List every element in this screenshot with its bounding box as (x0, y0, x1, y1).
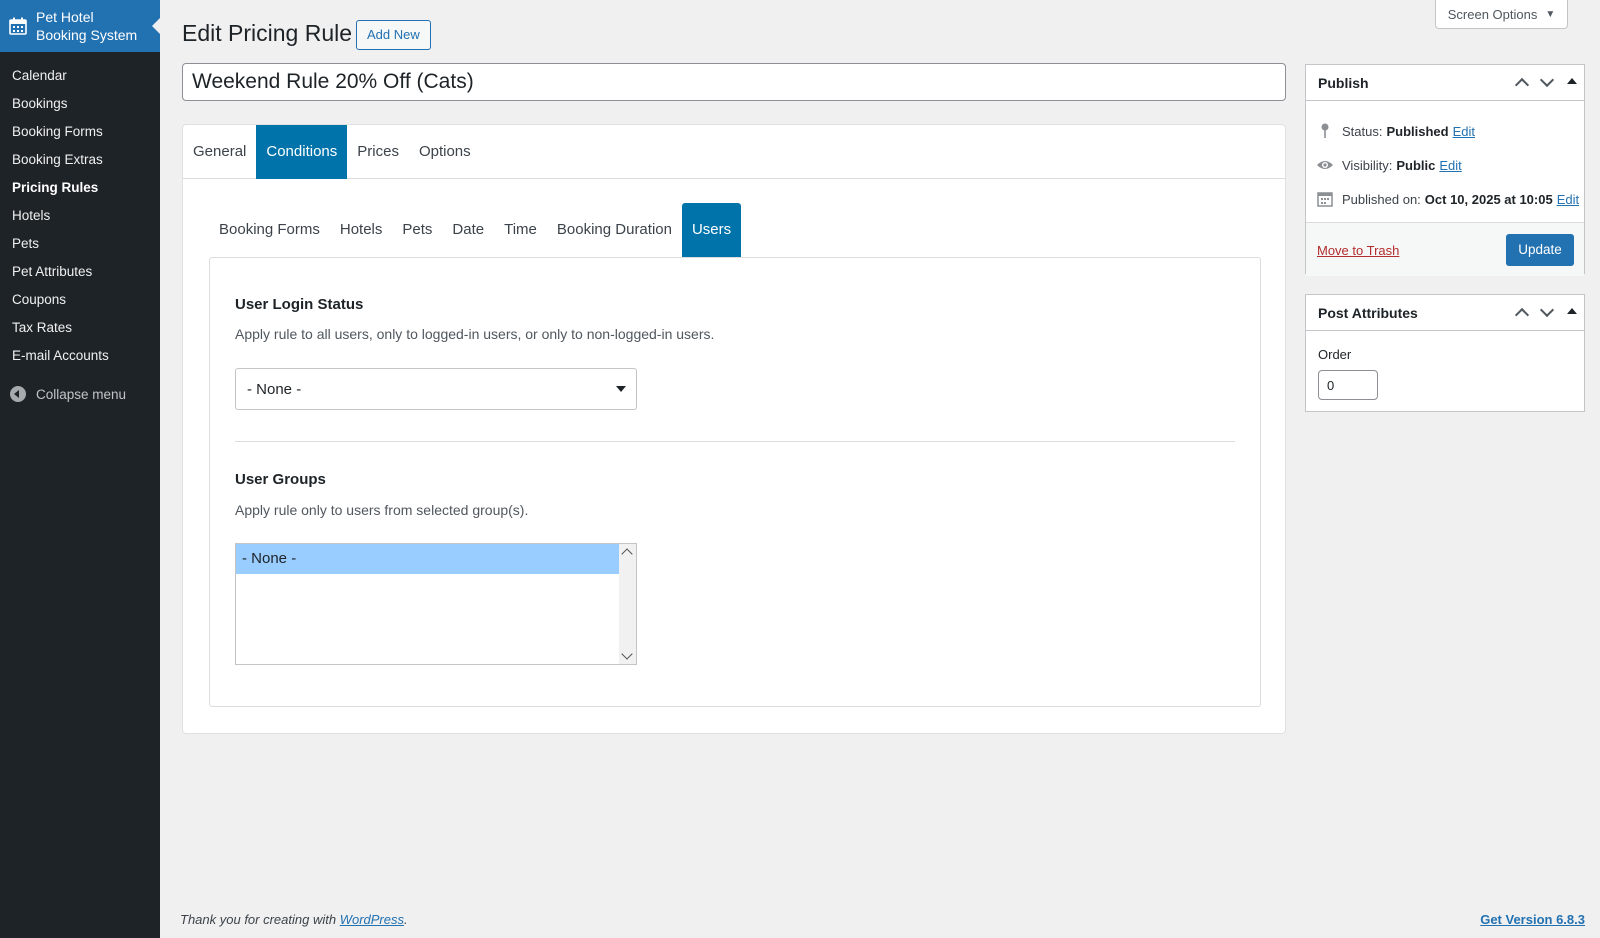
subtab-time[interactable]: Time (494, 203, 547, 257)
pricing-rule-panel: General Conditions Prices Options Bookin… (182, 124, 1286, 734)
wordpress-link[interactable]: WordPress (340, 912, 404, 927)
order-input[interactable] (1318, 370, 1378, 400)
menu-item-calendar[interactable]: Calendar (0, 62, 160, 90)
status-row: Status: Published Edit (1316, 122, 1475, 140)
add-new-button[interactable]: Add New (356, 20, 431, 50)
subtab-booking-forms[interactable]: Booking Forms (209, 203, 330, 257)
move-up-icon[interactable] (1515, 75, 1528, 88)
edit-date-link[interactable]: Edit (1557, 192, 1579, 207)
edit-visibility-link[interactable]: Edit (1439, 158, 1461, 173)
main-tabs: General Conditions Prices Options (183, 125, 1285, 179)
visibility-row: Visibility: Public Edit (1316, 156, 1462, 174)
get-version-link[interactable]: Get Version 6.8.3 (1480, 912, 1585, 927)
publish-box: Publish Status: Published Edit Visibilit… (1305, 64, 1585, 276)
screen-options-label: Screen Options (1447, 6, 1538, 22)
user-groups-heading: User Groups (235, 471, 326, 488)
menu-item-pricing-rules[interactable]: Pricing Rules (0, 174, 160, 202)
plugin-brand[interactable]: Pet Hotel Booking System (0, 0, 160, 52)
group-option[interactable]: - None - (236, 544, 619, 574)
section-divider (235, 441, 1235, 442)
update-button[interactable]: Update (1506, 234, 1574, 266)
collapse-menu-button[interactable]: Collapse menu (0, 380, 160, 408)
move-to-trash-link[interactable]: Move to Trash (1317, 243, 1399, 258)
tab-options[interactable]: Options (409, 125, 481, 179)
status-label: Status: (1342, 123, 1383, 139)
subtab-hotels[interactable]: Hotels (330, 203, 393, 257)
dropdown-arrow-icon (616, 386, 626, 392)
tab-prices[interactable]: Prices (347, 125, 409, 179)
login-status-heading: User Login Status (235, 296, 364, 313)
subtab-pets[interactable]: Pets (392, 203, 442, 257)
post-attributes-controls (1515, 305, 1578, 318)
edit-status-link[interactable]: Edit (1453, 124, 1475, 139)
post-title-input[interactable] (182, 63, 1286, 101)
menu-item-pet-attributes[interactable]: Pet Attributes (0, 258, 160, 286)
publish-box-controls (1515, 75, 1578, 88)
footer-thanks-prefix: Thank you for creating with (180, 912, 340, 927)
scroll-up-icon[interactable] (621, 548, 633, 560)
published-on-label: Published on: (1342, 191, 1421, 207)
subtab-date[interactable]: Date (442, 203, 494, 257)
subtab-users[interactable]: Users (681, 203, 742, 257)
login-status-description: Apply rule to all users, only to logged-… (235, 326, 715, 342)
groups-scrollbar[interactable] (619, 544, 636, 664)
collapse-menu-label: Collapse menu (36, 386, 127, 402)
users-conditions-box: User Login Status Apply rule to all user… (209, 257, 1261, 707)
scroll-down-icon[interactable] (621, 648, 633, 660)
visibility-label: Visibility: (1342, 157, 1393, 173)
toggle-panel-icon[interactable] (1565, 305, 1578, 318)
user-groups-multiselect[interactable]: - None - (235, 543, 637, 665)
order-label: Order (1318, 347, 1352, 362)
post-attributes-box: Post Attributes Order (1305, 294, 1585, 412)
pin-icon (1321, 123, 1329, 138)
caret-down-icon: ▼ (1545, 8, 1556, 20)
calendar-icon (9, 17, 27, 35)
footer-thanks: Thank you for creating with WordPress. (180, 912, 408, 927)
tab-conditions[interactable]: Conditions (256, 125, 348, 179)
footer-thanks-suffix: . (404, 912, 408, 927)
move-down-icon[interactable] (1540, 75, 1553, 88)
menu-item-hotels[interactable]: Hotels (0, 202, 160, 230)
brand-name: Pet Hotel Booking System (36, 9, 138, 43)
visibility-value: Public (1396, 157, 1436, 173)
subtab-booking-duration[interactable]: Booking Duration (547, 203, 682, 257)
publish-title: Publish (1318, 74, 1369, 91)
menu-item-email-accounts[interactable]: E-mail Accounts (0, 342, 160, 370)
collapse-icon (10, 386, 26, 402)
move-up-icon[interactable] (1515, 305, 1528, 318)
menu-item-bookings[interactable]: Bookings (0, 90, 160, 118)
eye-icon (1317, 161, 1333, 169)
menu-item-coupons[interactable]: Coupons (0, 286, 160, 314)
publish-box-header: Publish (1306, 65, 1584, 101)
admin-menu: Calendar Bookings Booking Forms Booking … (0, 52, 160, 370)
calendar-icon (1317, 192, 1333, 207)
menu-item-tax-rates[interactable]: Tax Rates (0, 314, 160, 342)
menu-item-booking-forms[interactable]: Booking Forms (0, 118, 160, 146)
screen-options-button[interactable]: Screen Options ▼ (1435, 0, 1568, 29)
published-on-value: Oct 10, 2025 at 10:05 (1424, 191, 1553, 207)
post-attributes-header: Post Attributes (1306, 295, 1584, 331)
user-groups-description: Apply rule only to users from selected g… (235, 502, 529, 518)
login-status-value: - None - (247, 380, 302, 398)
publish-actions: Move to Trash Update (1306, 222, 1584, 276)
condition-tabs: Booking Forms Hotels Pets Date Time Book… (209, 203, 742, 257)
status-value: Published (1386, 123, 1449, 139)
menu-item-pets[interactable]: Pets (0, 230, 160, 258)
tab-general[interactable]: General (183, 125, 256, 179)
admin-sidebar: Pet Hotel Booking System Calendar Bookin… (0, 0, 160, 938)
menu-item-booking-extras[interactable]: Booking Extras (0, 146, 160, 174)
toggle-panel-icon[interactable] (1565, 75, 1578, 88)
post-attributes-title: Post Attributes (1318, 304, 1418, 321)
login-status-select[interactable]: - None - (235, 368, 637, 410)
published-on-row: Published on: Oct 10, 2025 at 10:05 Edit (1316, 190, 1579, 208)
move-down-icon[interactable] (1540, 305, 1553, 318)
page-title: Edit Pricing Rule (182, 20, 353, 46)
